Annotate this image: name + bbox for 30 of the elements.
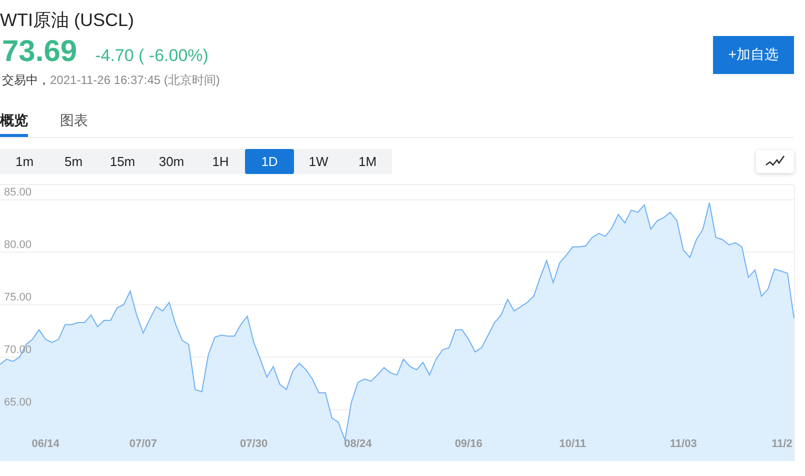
x-axis-label: 10/11 bbox=[559, 438, 586, 450]
x-axis-label: 06/14 bbox=[32, 438, 60, 450]
trading-status: 交易中， bbox=[2, 73, 50, 87]
y-axis-label: 85.00 bbox=[4, 186, 32, 199]
x-axis-label: 07/30 bbox=[240, 438, 268, 450]
x-axis-label: 11/03 bbox=[670, 438, 697, 450]
x-axis-label: 08/24 bbox=[344, 438, 372, 450]
tab[interactable]: 概览 bbox=[0, 106, 28, 137]
period-button[interactable]: 30m bbox=[147, 148, 196, 174]
chart-type-button[interactable] bbox=[756, 150, 794, 172]
x-axis-label: 11/2 bbox=[772, 438, 792, 450]
period-button[interactable]: 1H bbox=[196, 148, 245, 174]
period-button[interactable]: 1W bbox=[294, 148, 343, 174]
period-button[interactable]: 5m bbox=[49, 148, 98, 174]
instrument-title: WTI原油 (USCL) bbox=[0, 9, 135, 32]
add-watchlist-button[interactable]: +加自选 bbox=[713, 36, 794, 74]
y-axis-label: 80.00 bbox=[4, 239, 32, 252]
y-axis-label: 75.00 bbox=[4, 292, 32, 304]
line-chart-icon bbox=[765, 155, 785, 167]
x-axis-label: 07/07 bbox=[129, 438, 157, 450]
period-button[interactable]: 1M bbox=[343, 148, 392, 174]
period-button[interactable]: 1m bbox=[0, 148, 49, 174]
x-axis-label: 09/16 bbox=[454, 438, 482, 450]
timestamp: 2021-11-26 16:37:45 (北京时间) bbox=[50, 73, 220, 87]
price-change: -4.70 ( -6.00%) bbox=[95, 46, 208, 66]
y-axis-label: 65.00 bbox=[4, 396, 32, 409]
period-button[interactable]: 15m bbox=[98, 148, 147, 174]
period-button[interactable]: 1D bbox=[245, 148, 294, 174]
tab[interactable]: 图表 bbox=[60, 106, 88, 137]
price: 73.69 bbox=[2, 34, 78, 70]
